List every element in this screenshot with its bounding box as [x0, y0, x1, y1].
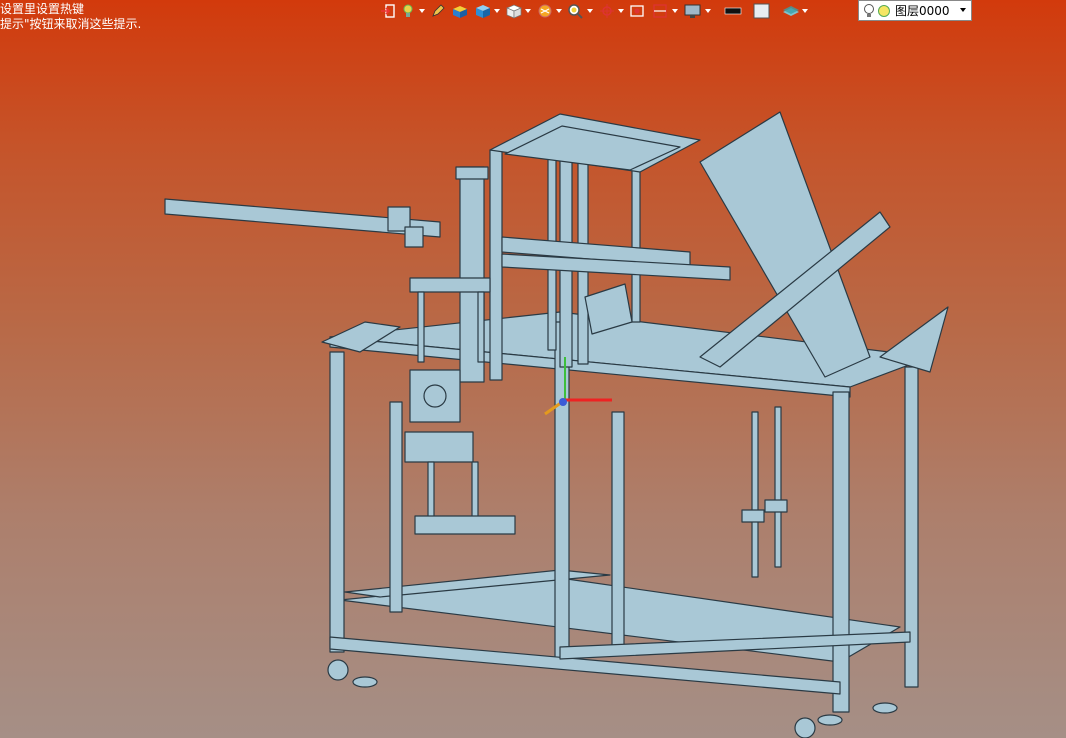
- caster-wheel: [794, 717, 816, 738]
- dropdown-caret: [556, 8, 562, 13]
- material-button[interactable]: [449, 0, 471, 21]
- dropdown-caret: [419, 8, 425, 13]
- white-swatch-icon: [753, 3, 770, 18]
- shaded-cube-dropdown-icon: [476, 4, 490, 18]
- dropdown-caret: [587, 8, 593, 13]
- render-dropdown-icon: [538, 4, 552, 17]
- zoom-dropdown-icon: [568, 3, 583, 19]
- carriage-plate: [409, 277, 491, 293]
- hanging-rod: [751, 411, 759, 578]
- lifter-rod: [471, 461, 479, 521]
- exit-button[interactable]: [378, 0, 398, 21]
- zoom-button[interactable]: [565, 0, 595, 21]
- light-bulb-icon: [864, 3, 874, 17]
- layer-dropdown-icon: [783, 5, 799, 16]
- light-button[interactable]: [399, 0, 427, 21]
- layer-name: 图层0000: [895, 4, 950, 18]
- black-background-button[interactable]: [722, 0, 744, 21]
- wire-cube-dropdown-icon: [506, 4, 522, 19]
- wireframe-view-button[interactable]: [503, 0, 533, 21]
- caster-wheel: [327, 659, 349, 681]
- black-swatch-icon: [724, 7, 742, 14]
- pan-dropdown-icon: [600, 3, 614, 18]
- shaded-view-button[interactable]: [472, 0, 502, 21]
- leveling-foot: [872, 702, 898, 714]
- lifter-base: [414, 515, 516, 535]
- display-button[interactable]: [681, 0, 713, 21]
- display-monitor-dropdown-icon: [684, 4, 701, 18]
- layer-dropdown-caret[interactable]: [960, 8, 966, 12]
- section-dropdown-icon: [653, 3, 667, 18]
- arm-bracket: [404, 226, 424, 248]
- rod-clamp: [741, 509, 765, 523]
- lifter-block: [404, 431, 474, 463]
- guide-rod: [477, 291, 485, 363]
- dropdown-caret: [618, 8, 624, 13]
- dropdown-caret: [705, 8, 711, 13]
- leg: [389, 401, 403, 613]
- section-button[interactable]: [650, 0, 680, 21]
- view-toolbar: [378, 0, 810, 21]
- layer-selector[interactable]: 图层0000: [858, 0, 972, 21]
- hanging-rod: [774, 406, 782, 568]
- leveling-foot: [817, 714, 843, 726]
- render-button[interactable]: [534, 0, 564, 21]
- leveling-foot: [352, 676, 378, 688]
- guide-rod: [417, 291, 425, 363]
- lifter-rod: [427, 461, 435, 521]
- layer-tools-button[interactable]: [780, 0, 810, 21]
- zoom-box-icon: [630, 4, 644, 17]
- leg: [611, 411, 625, 648]
- material-box-icon: [453, 5, 467, 18]
- pencil-icon: [432, 3, 445, 17]
- hotkey-hint-text: 设置里设置热键: [0, 2, 85, 16]
- gear: [423, 384, 447, 408]
- column-cap: [455, 166, 489, 180]
- zoom-box-button[interactable]: [627, 0, 649, 21]
- light-bulb-dropdown-icon: [403, 4, 413, 17]
- pan-button[interactable]: [596, 0, 626, 21]
- layer-color-dot-icon: [878, 4, 890, 17]
- dropdown-caret: [802, 8, 808, 13]
- cad-viewport[interactable]: [0, 22, 1066, 738]
- white-background-button[interactable]: [751, 0, 773, 21]
- rod-clamp: [764, 499, 788, 513]
- upright: [489, 149, 503, 381]
- sketch-button[interactable]: [428, 0, 448, 21]
- exit-icon: [381, 3, 395, 18]
- dropdown-caret: [525, 8, 531, 13]
- upright: [547, 129, 557, 351]
- machine-frame-3d-model: [164, 111, 949, 738]
- leg: [329, 351, 345, 653]
- leg: [832, 391, 850, 713]
- dropdown-caret: [672, 8, 678, 13]
- leg: [554, 321, 570, 663]
- dropdown-caret: [494, 8, 500, 13]
